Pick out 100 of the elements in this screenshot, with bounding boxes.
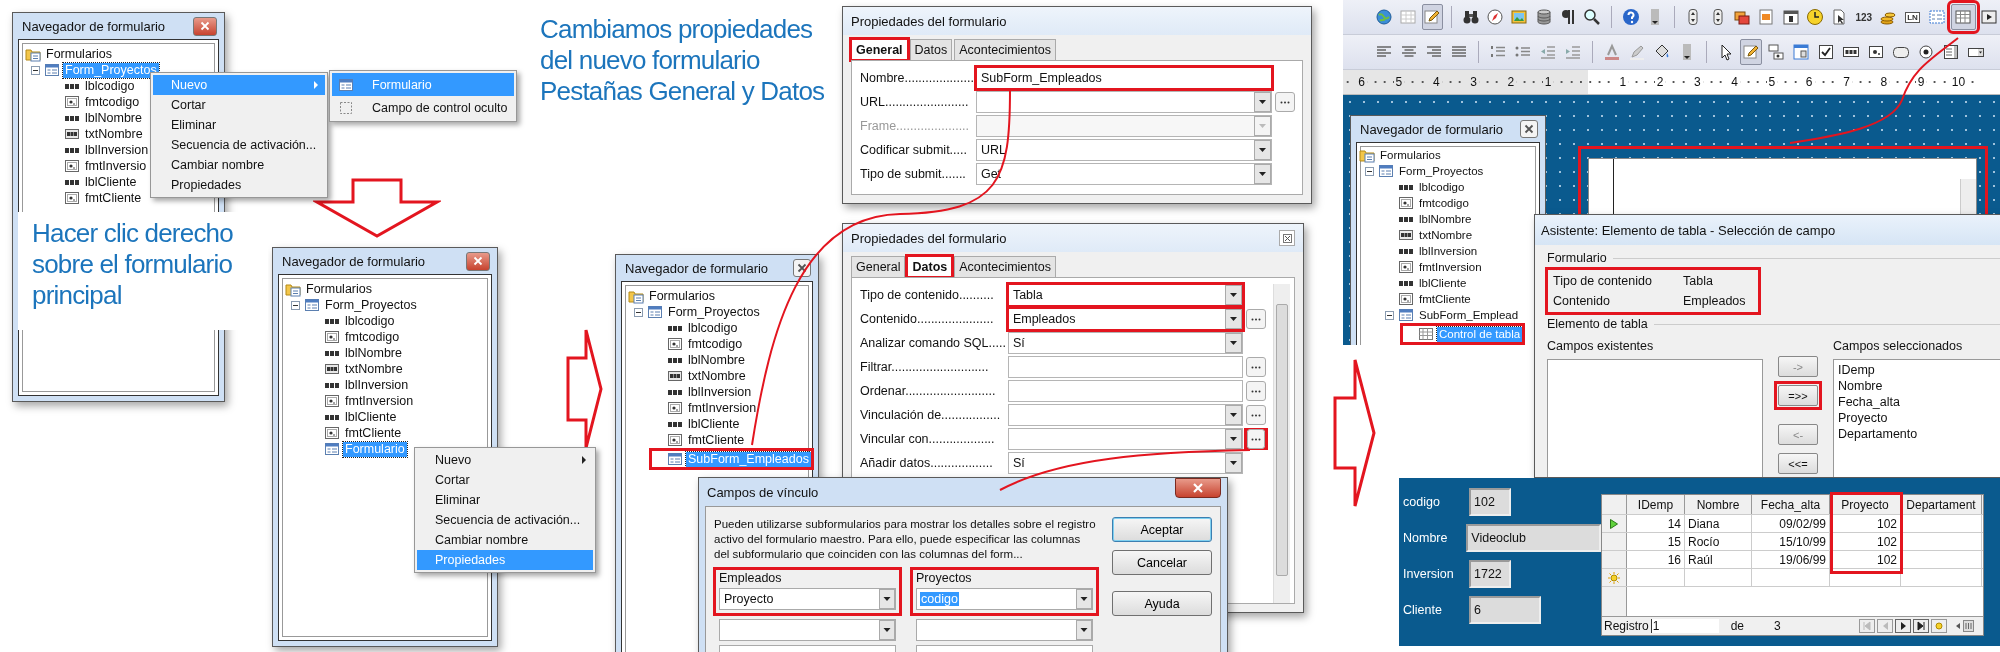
tree-item[interactable]: Formularios [304, 281, 374, 297]
dropdown-field[interactable] [916, 619, 1093, 641]
menu-item[interactable]: Nuevo [417, 450, 593, 470]
dialog-button[interactable]: Ayuda [1112, 591, 1212, 616]
dropdown-field[interactable]: Sí [1007, 332, 1243, 354]
globe-icon[interactable] [1374, 8, 1393, 26]
tree-item[interactable]: lblNombre [1417, 211, 1474, 227]
collapse-toggle[interactable] [632, 307, 644, 317]
dropdown-field[interactable]: URL [975, 139, 1272, 161]
tree-item[interactable]: fmtCliente [343, 425, 404, 441]
close-button[interactable] [1175, 478, 1221, 498]
menu-item[interactable]: Eliminar [417, 490, 593, 510]
dropdown-field[interactable] [1007, 404, 1243, 426]
list-item[interactable]: Proyecto [1838, 410, 1998, 426]
text-field[interactable]: SubForm_Empleados [975, 67, 1272, 89]
tab[interactable]: Datos [909, 39, 953, 60]
text-field[interactable] [1007, 356, 1243, 378]
collapse-toggle[interactable] [1363, 166, 1375, 176]
text-field[interactable]: Videoclub [1466, 524, 1601, 552]
tree-item[interactable]: fmtcodigo [686, 336, 745, 352]
database-icon[interactable] [1534, 8, 1553, 26]
dropdown-field[interactable] [975, 91, 1272, 113]
form-properties-icon[interactable] [1792, 43, 1810, 61]
help-icon[interactable] [1621, 8, 1640, 26]
tree-item[interactable]: txtNombre [83, 126, 145, 142]
tree-item[interactable]: lblNombre [343, 345, 404, 361]
dropdown-field[interactable]: Proyecto [719, 588, 896, 610]
pattern-field-icon[interactable]: LN [1905, 11, 1920, 23]
checkbox-icon[interactable] [1817, 43, 1835, 61]
close-button[interactable] [1279, 230, 1295, 246]
move-button[interactable]: =>> [1778, 385, 1818, 406]
tab[interactable]: Acontecimientos [954, 256, 1056, 277]
menu-item[interactable]: Propiedades [153, 175, 325, 195]
tree-item[interactable]: fmtcodigo [343, 329, 402, 345]
tree-item[interactable]: Form_Proyectos [1397, 163, 1486, 179]
tree-item[interactable]: lblcodigo [83, 78, 137, 94]
radio-button-icon[interactable] [1917, 43, 1935, 61]
menu-item[interactable]: Cambiar nombre [417, 530, 593, 550]
list-item[interactable]: Fecha_alta [1838, 394, 1998, 410]
list-item[interactable]: Departamento [1838, 426, 1998, 442]
move-button[interactable]: <<= [1778, 453, 1818, 474]
tree-item[interactable]: fmtCliente [686, 432, 747, 448]
tab[interactable]: Acontecimientos [954, 39, 1056, 60]
close-button[interactable] [1520, 120, 1538, 138]
tree-item[interactable]: lblcodigo [343, 313, 397, 329]
menu-item[interactable]: Cortar [417, 470, 593, 490]
font-color-icon[interactable] [1603, 43, 1621, 61]
tree-item[interactable]: lblInversion [83, 142, 151, 158]
dropdown-field[interactable]: Tabla [1007, 284, 1243, 306]
text-field[interactable]: 102 [1469, 488, 1511, 516]
dropdown-field[interactable] [1007, 428, 1243, 450]
tree-item[interactable]: lblNombre [83, 110, 144, 126]
tree-item[interactable]: lblcodigo [1417, 179, 1467, 195]
scrollbar[interactable] [1273, 284, 1290, 603]
menu-item[interactable]: Campo de control oculto [332, 96, 514, 119]
tree-item[interactable]: txtNombre [686, 368, 748, 384]
text-field[interactable] [1007, 380, 1243, 402]
text-field[interactable]: 1722 [1469, 560, 1511, 588]
dialog-button[interactable]: Aceptar [1112, 517, 1212, 542]
dropdown-field[interactable] [975, 115, 1272, 137]
tree-item[interactable]: lblInversion [686, 384, 754, 400]
tree-item[interactable]: lblNombre [686, 352, 747, 368]
collapse-toggle[interactable] [289, 300, 301, 310]
text-field[interactable]: 6 [1469, 596, 1541, 624]
dialog-button[interactable]: Cancelar [1112, 550, 1212, 575]
tree-item[interactable]: fmtcodigo [1417, 195, 1471, 211]
tree-item[interactable]: lblInversion [1417, 243, 1480, 259]
tree-item[interactable]: txtNombre [1417, 227, 1475, 243]
collapse-toggle[interactable] [29, 65, 41, 75]
list-box[interactable]: IDemp Nombre Fecha_alta Proyecto Departamento [1833, 359, 2000, 477]
compass-icon[interactable] [1486, 8, 1505, 26]
tab[interactable]: General [851, 39, 908, 60]
tree-item[interactable]: lblCliente [83, 174, 139, 190]
binoculars-icon[interactable] [1461, 8, 1480, 26]
menu-item[interactable]: Cortar [153, 95, 325, 115]
tree-item[interactable]: fmtcodigo [83, 94, 142, 110]
tree-item[interactable]: lblCliente [343, 409, 399, 425]
tree-item[interactable]: fmtInversion [343, 393, 416, 409]
search-icon[interactable] [1583, 8, 1602, 26]
list-item[interactable]: IDemp [1838, 362, 1998, 378]
group-box-icon[interactable] [1733, 8, 1752, 26]
tree-item[interactable]: fmtCliente [1417, 291, 1473, 307]
tree-item[interactable]: txtNombre [343, 361, 405, 377]
close-button[interactable] [466, 251, 490, 271]
tab[interactable]: General [851, 256, 906, 277]
tree-item[interactable]: SubForm_Emplead [1417, 307, 1521, 323]
clock-icon[interactable] [1806, 8, 1825, 26]
dropdown-field[interactable]: Sí [1007, 452, 1243, 474]
calendar-icon[interactable] [1781, 8, 1800, 26]
list-item[interactable]: Nombre [1838, 378, 1998, 394]
tree-item[interactable]: lblCliente [1417, 275, 1469, 291]
dropdown-field[interactable]: Empleados [1007, 308, 1243, 330]
picture-icon[interactable] [1510, 8, 1529, 26]
tree-item[interactable]: fmtInversion [1417, 259, 1484, 275]
tree-item[interactable]: lblcodigo [686, 320, 740, 336]
formatted-field-icon[interactable] [1867, 43, 1885, 61]
tree-item[interactable]: lblCliente [686, 416, 742, 432]
list-box-icon[interactable] [1942, 43, 1960, 61]
collapse-toggle[interactable] [1383, 310, 1395, 320]
tree-item[interactable]: fmtCliente [83, 190, 144, 206]
